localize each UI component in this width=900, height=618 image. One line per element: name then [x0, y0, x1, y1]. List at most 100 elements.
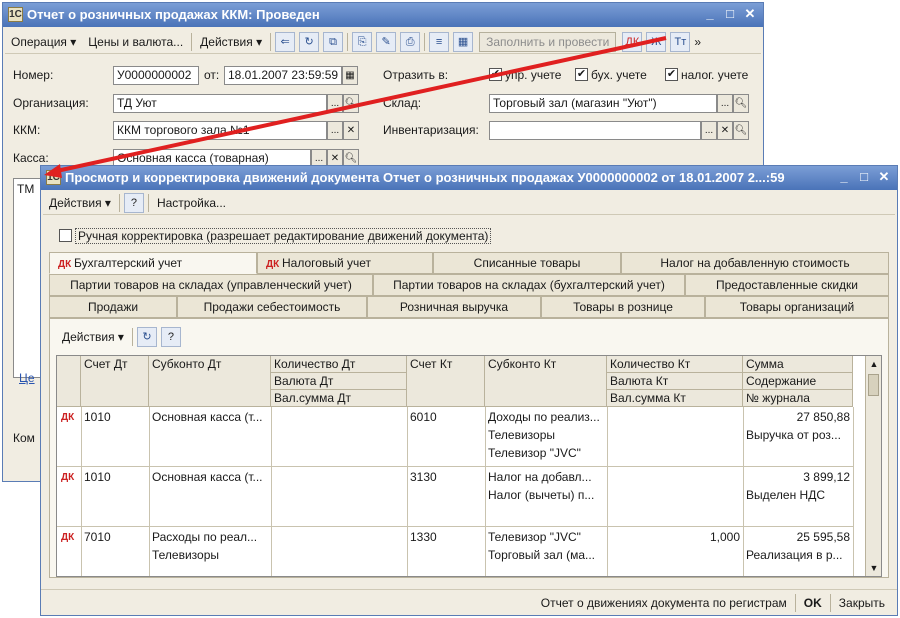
tab-org-goods[interactable]: Товары организаций	[705, 296, 889, 318]
mgmt-accounting-label: упр. учете	[505, 68, 562, 82]
help-icon[interactable]: ?	[123, 192, 144, 213]
grid-icon[interactable]: ▦	[453, 31, 474, 52]
fill-and-post-button[interactable]: Заполнить и провести	[479, 31, 617, 52]
number-field[interactable]: У0000000002	[113, 66, 199, 85]
front-window: 1С Просмотр и корректировка движений док…	[40, 165, 898, 616]
warehouse-search-icon[interactable]: 🔍︎	[733, 94, 749, 113]
movements-report-button[interactable]: Отчет о движениях документа по регистрам	[535, 593, 793, 613]
list-icon[interactable]: ≡	[429, 31, 450, 52]
inventory-select-button[interactable]: ...	[701, 121, 717, 140]
operation-menu[interactable]: Операция ▾	[5, 32, 82, 52]
inner-actions-menu[interactable]: Действия ▾	[56, 327, 130, 347]
header-credit-currency[interactable]: Валюта Кт	[607, 373, 743, 390]
accounting-checkbox[interactable]: ✔	[575, 68, 588, 81]
prices-currency-button[interactable]: Цены и валюта...	[82, 32, 189, 52]
close-window-button[interactable]: Закрыть	[833, 593, 891, 613]
header-debit-currency-sum[interactable]: Вал.сумма Дт	[271, 390, 407, 407]
close-button[interactable]: ✕	[875, 169, 893, 186]
credit-subconto-cell: Доходы по реализ...	[488, 410, 600, 424]
inventory-search-icon[interactable]: 🔍︎	[733, 121, 749, 140]
date-field[interactable]: 18.01.2007 23:59:59	[224, 66, 342, 85]
maximize-button[interactable]: □	[855, 169, 873, 186]
table-row[interactable]: ДК 1010 Основная касса (т... 3130 Налог …	[57, 467, 853, 526]
tax-accounting-checkbox[interactable]: ✔	[665, 68, 678, 81]
credit-subconto-cell: Налог на добавл...	[488, 470, 592, 484]
tax-tab-icon: ДК	[266, 259, 283, 270]
kkm-field[interactable]: ККМ торгового зала №1	[113, 121, 327, 140]
actions-menu[interactable]: Действия ▾	[43, 193, 117, 213]
minimize-button[interactable]: _	[701, 6, 719, 23]
organization-select-button[interactable]: ...	[327, 94, 343, 113]
organization-label: Организация:	[13, 96, 89, 110]
tab-retail-revenue[interactable]: Розничная выручка	[367, 296, 541, 318]
warehouse-field[interactable]: Торговый зал (магазин "Уют")	[489, 94, 717, 113]
accounting-label: бух. учете	[591, 68, 647, 82]
movement-row-icon: ДК	[61, 412, 75, 423]
sum-cell: 3 899,12	[803, 470, 850, 484]
scroll-down-icon[interactable]: ▼	[866, 560, 881, 576]
header-credit-account[interactable]: Счет Кт	[407, 356, 485, 407]
text-icon[interactable]: Tт	[670, 31, 691, 52]
close-button[interactable]: ✕	[741, 6, 759, 23]
header-credit-qty[interactable]: Количество Кт	[607, 356, 743, 373]
credit-subconto-cell: Налог (вычеты) п...	[488, 488, 595, 502]
left-comment-fragment: Ком	[13, 431, 35, 445]
cash-label: Касса:	[13, 151, 49, 165]
copy-icon[interactable]: ⧉	[323, 31, 344, 52]
table-row[interactable]: ДК 1010 Основная касса (т... 6010 Доходы…	[57, 407, 853, 466]
journal-icon[interactable]: Ж	[646, 31, 667, 52]
organization-field[interactable]: ТД Уют	[113, 94, 327, 113]
tab-tax[interactable]: ДК Налоговый учет	[257, 252, 433, 274]
header-debit-qty[interactable]: Количество Дт	[271, 356, 407, 373]
tab-vat[interactable]: Налог на добавленную стоимость	[621, 252, 889, 274]
tab-batches-accounting[interactable]: Партии товаров на складах (бухгалтерский…	[373, 274, 685, 296]
credit-subconto-cell: Телевизор "JVC"	[488, 530, 581, 544]
tab-written-off-goods[interactable]: Списанные товары	[433, 252, 621, 274]
tab-retail-goods[interactable]: Товары в рознице	[541, 296, 705, 318]
kkm-clear-icon[interactable]: ✕	[343, 121, 359, 140]
calendar-button[interactable]: ▦	[342, 66, 358, 85]
edit-icon[interactable]: ✎	[376, 31, 397, 52]
tab-accounting[interactable]: ДК Бухгалтерский учет	[49, 252, 257, 274]
help-icon[interactable]: ?	[160, 327, 181, 347]
print-icon[interactable]: ⎙	[400, 31, 421, 52]
actions-menu[interactable]: Действия ▾	[194, 32, 268, 52]
refresh-icon[interactable]: ↻	[299, 31, 320, 52]
tab-sales[interactable]: Продажи	[49, 296, 177, 318]
manual-edit-label: Ручная корректировка (разрешает редактир…	[75, 228, 492, 244]
tab-sales-cost[interactable]: Продажи себестоимость	[177, 296, 367, 318]
more-chevron-icon[interactable]: »	[692, 32, 703, 52]
refresh-icon[interactable]: ↻	[136, 327, 157, 347]
left-link-fragment[interactable]: Це	[19, 371, 35, 385]
movements-icon[interactable]: ДК	[622, 31, 643, 52]
minimize-button[interactable]: _	[835, 169, 853, 186]
tab-batches-management[interactable]: Партии товаров на складах (управленчески…	[49, 274, 373, 296]
kkm-select-button[interactable]: ...	[327, 121, 343, 140]
maximize-button[interactable]: □	[721, 6, 739, 23]
manual-edit-checkbox[interactable]	[59, 229, 72, 242]
organization-search-icon[interactable]: 🔍︎	[343, 94, 359, 113]
header-debit-account[interactable]: Счет Дт	[81, 356, 149, 407]
warehouse-select-button[interactable]: ...	[717, 94, 733, 113]
header-credit-currency-sum[interactable]: Вал.сумма Кт	[607, 390, 743, 407]
header-content[interactable]: Содержание	[743, 373, 853, 390]
header-credit-subconto[interactable]: Субконто Кт	[485, 356, 607, 407]
inventory-field[interactable]	[489, 121, 701, 140]
left-panel: ТМ	[13, 178, 41, 378]
header-sum[interactable]: Сумма	[743, 356, 853, 373]
vertical-scrollbar[interactable]: ▲ ▼	[865, 356, 881, 576]
settings-button[interactable]: Настройка...	[151, 193, 232, 213]
header-journal[interactable]: № журнала	[743, 390, 853, 407]
ok-button[interactable]: OK	[798, 593, 828, 613]
scroll-thumb[interactable]	[868, 374, 879, 396]
inventory-clear-icon[interactable]: ✕	[717, 121, 733, 140]
table-row[interactable]: ДК 7010 Расходы по реал... Телевизоры 13…	[57, 527, 853, 576]
back-arrow-icon[interactable]: ⇐	[275, 31, 296, 52]
scroll-up-icon[interactable]: ▲	[866, 356, 881, 372]
header-debit-subconto[interactable]: Субконто Дт	[149, 356, 271, 407]
structure-icon[interactable]: ⎘	[352, 31, 373, 52]
content-cell: Выделен НДС	[746, 488, 826, 502]
header-debit-currency[interactable]: Валюта Дт	[271, 373, 407, 390]
mgmt-accounting-checkbox[interactable]: ✔	[489, 68, 502, 81]
tab-discounts[interactable]: Предоставленные скидки	[685, 274, 889, 296]
